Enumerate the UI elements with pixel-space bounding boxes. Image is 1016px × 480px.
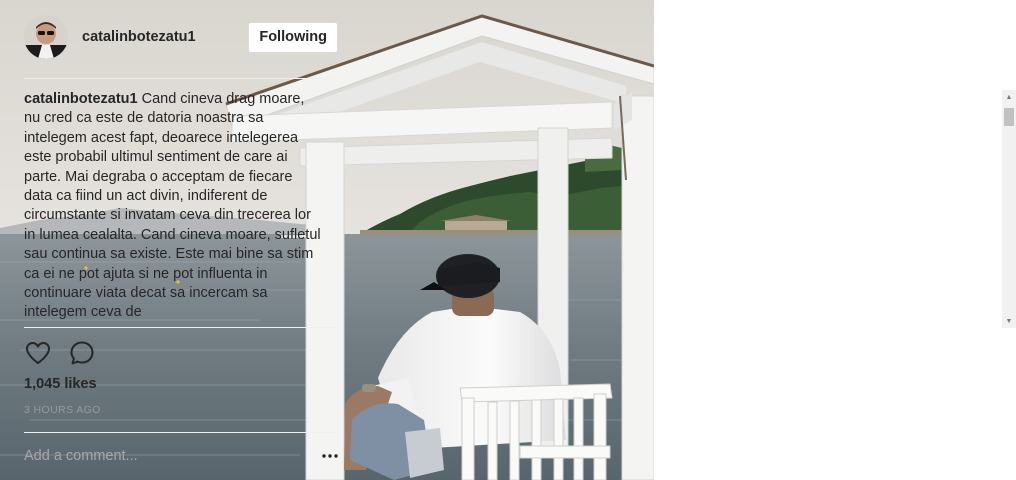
- post-caption: catalinbotezatu1 Cand cineva drag moare, …: [24, 90, 324, 323]
- following-button[interactable]: Following: [248, 21, 338, 53]
- scroll-down-arrow-icon[interactable]: ▼: [1002, 314, 1016, 328]
- scroll-up-arrow-icon[interactable]: ▲: [1002, 90, 1016, 104]
- divider: [24, 327, 338, 328]
- add-comment-input[interactable]: [24, 443, 304, 469]
- caption-text: Cand cineva drag moare, nu cred ca este …: [24, 91, 321, 321]
- caption-scrollbar[interactable]: ▲ ▼: [1002, 90, 1016, 328]
- post-actions: [24, 338, 112, 368]
- avatar[interactable]: [24, 15, 68, 59]
- post-author-username[interactable]: catalinbotezatu1: [82, 29, 196, 45]
- post-header: catalinbotezatu1 Following: [24, 12, 338, 62]
- heart-icon[interactable]: [24, 339, 52, 367]
- scrollbar-thumb[interactable]: [1004, 108, 1014, 126]
- caption-scroll-area[interactable]: catalinbotezatu1 Cand cineva drag moare, …: [24, 90, 346, 328]
- more-options-icon[interactable]: [318, 444, 342, 468]
- divider: [24, 78, 338, 79]
- caption-username[interactable]: catalinbotezatu1: [24, 91, 138, 107]
- comment-bubble-icon[interactable]: [68, 339, 96, 367]
- likes-count[interactable]: 1,045 likes: [24, 376, 97, 392]
- divider: [24, 432, 338, 433]
- post-side-panel: [654, 0, 1016, 480]
- post-timestamp[interactable]: 3 HOURS AGO: [24, 404, 101, 416]
